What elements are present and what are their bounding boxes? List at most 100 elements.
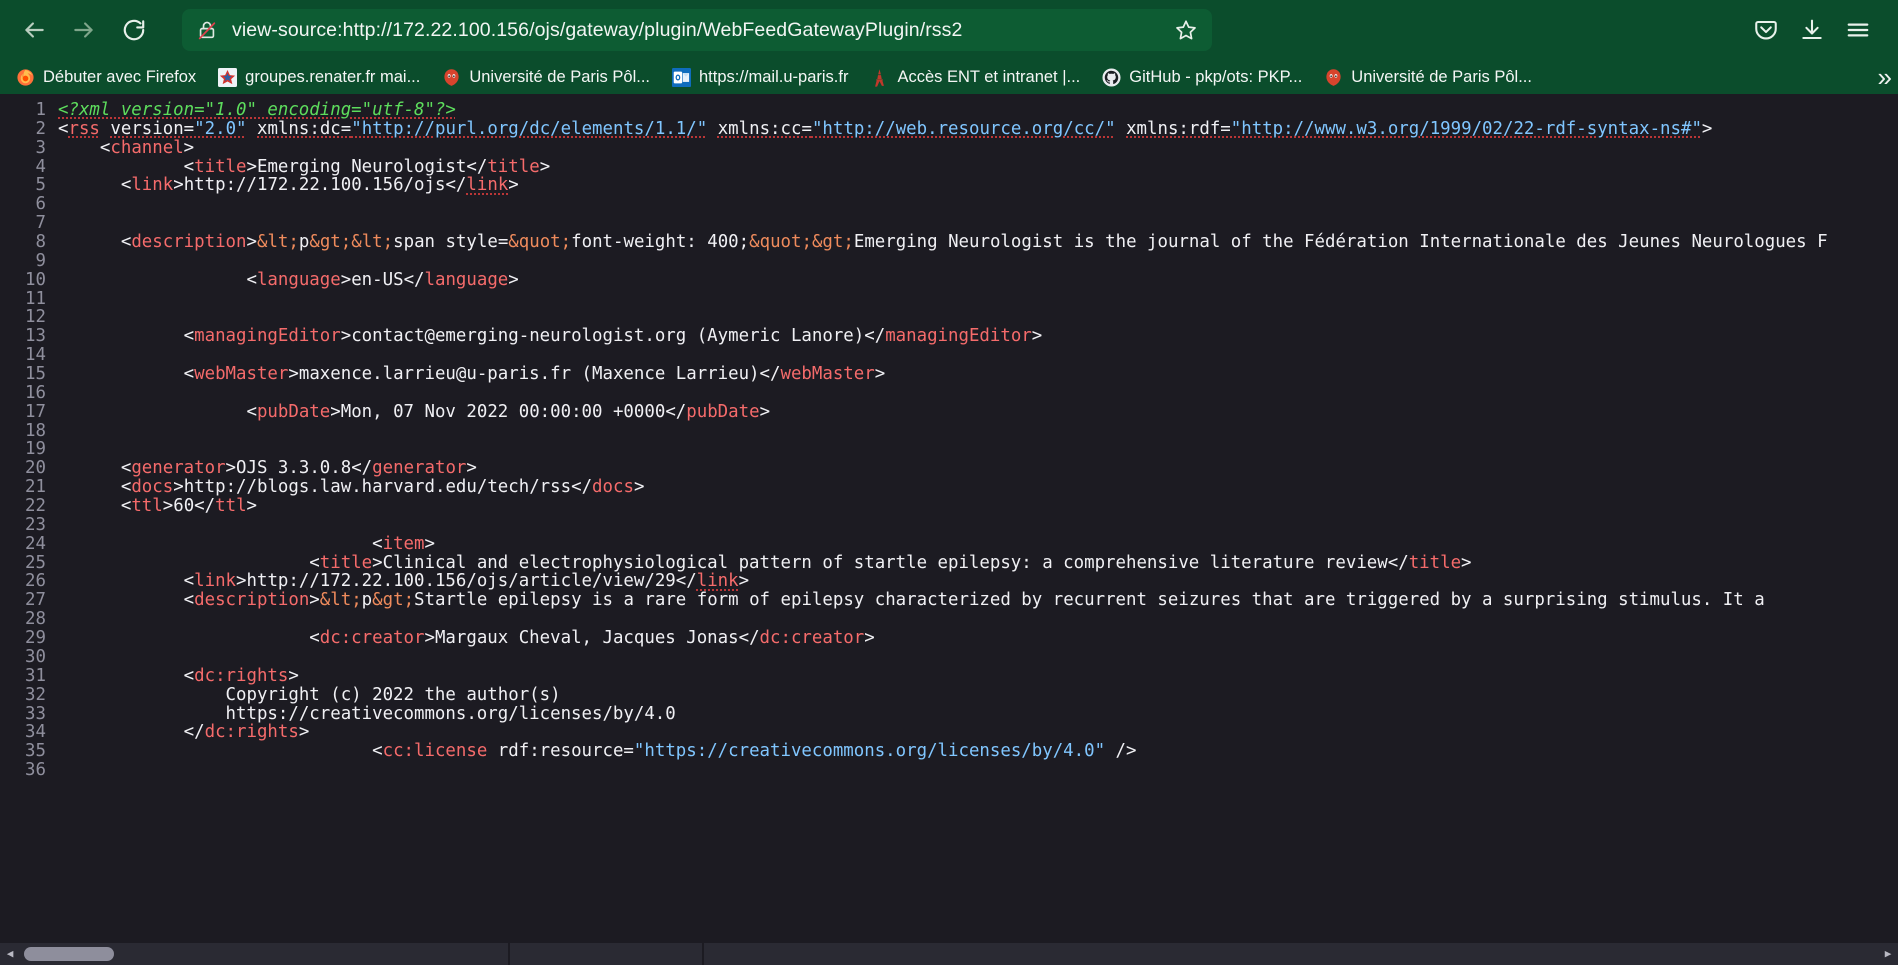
bookmark-label: https://mail.u-paris.fr [698, 67, 849, 86]
bookmark-item[interactable]: Université de Paris Pôl... [442, 68, 650, 87]
source-line: 29 <dc:creator>Margaux Cheval, Jacques J… [0, 629, 1898, 648]
line-content[interactable]: <title>Clinical and electrophysiological… [58, 553, 1898, 573]
source-line: 16 [0, 384, 1898, 403]
line-content[interactable]: <webMaster>maxence.larrieu@u-paris.fr (M… [58, 365, 1898, 384]
line-number: 36 [25, 760, 46, 781]
firefox-icon [16, 68, 35, 87]
source-line: 19 [0, 440, 1898, 459]
app-menu-button[interactable] [1838, 10, 1878, 50]
scrollbar-thumb[interactable] [24, 947, 114, 961]
line-number: 24 [25, 533, 46, 554]
forward-button[interactable] [64, 10, 104, 50]
toolbar-right-actions [1746, 10, 1884, 50]
download-button[interactable] [1792, 10, 1832, 50]
line-number: 7 [35, 213, 46, 234]
source-line: 25 <title>Clinical and electrophysiologi… [0, 552, 1898, 573]
line-number: 16 [25, 382, 46, 403]
source-line: 34 </dc:rights> [0, 723, 1898, 742]
line-number: 4 [35, 156, 46, 177]
source-line: 27 <description>&lt;p&gt;Startle epileps… [0, 591, 1898, 610]
source-line: 26 <link>http://172.22.100.156/ojs/artic… [0, 572, 1898, 591]
line-number: 33 [25, 703, 46, 724]
back-button[interactable] [14, 10, 54, 50]
line-number: 20 [25, 458, 46, 479]
line-content[interactable]: <description>&lt;p&gt;Startle epilepsy i… [58, 591, 1898, 610]
source-line: 1 <?xml version="1.0" encoding="utf-8"?> [0, 101, 1898, 120]
line-number: 2 [35, 118, 46, 139]
line-content[interactable]: <dc:creator>Margaux Cheval, Jacques Jona… [58, 629, 1898, 648]
bookmarks-toolbar: Débuter avec Firefox groupes.renater.fr … [0, 60, 1898, 94]
source-line: 18 [0, 420, 1898, 441]
line-number: 34 [25, 722, 46, 743]
line-content[interactable]: https://creativecommons.org/licenses/by/… [58, 704, 1898, 724]
navigation-toolbar: view-source:http://172.22.100.156/ojs/ga… [0, 0, 1898, 60]
scroll-left-arrow[interactable]: ◀ [0, 943, 20, 965]
horizontal-scrollbar[interactable]: ◀ ▶ [0, 943, 1898, 965]
line-number: 14 [25, 345, 46, 366]
bookmark-item[interactable]: GitHub - pkp/ots: PKP... [1102, 68, 1302, 87]
line-content[interactable]: <cc:license rdf:resource="https://creati… [58, 742, 1898, 761]
lock-with-slash-icon[interactable] [196, 19, 218, 41]
source-code-listing[interactable]: 1 <?xml version="1.0" encoding="utf-8"?> 2… [0, 94, 1898, 780]
bookmark-item[interactable]: Université de Paris Pôl... [1324, 68, 1532, 87]
source-line: 15 <webMaster>maxence.larrieu@u-paris.fr… [0, 365, 1898, 384]
line-content[interactable]: <ttl>60</ttl> [58, 497, 1898, 516]
star-icon[interactable] [1174, 18, 1198, 42]
source-line: 13 <managingEditor>contact@emerging-neur… [0, 327, 1898, 346]
url-text[interactable]: view-source:http://172.22.100.156/ojs/ga… [232, 19, 1164, 42]
source-line: 22 <ttl>60</ttl> [0, 497, 1898, 516]
line-number: 32 [25, 684, 46, 705]
reload-button[interactable] [114, 10, 154, 50]
line-content[interactable]: <channel> [58, 138, 1898, 158]
line-content[interactable]: <item> [58, 534, 1898, 554]
source-line: 10 <language>en-US</language> [0, 269, 1898, 290]
line-number: 18 [25, 420, 46, 441]
source-line: 24 <item> [0, 533, 1898, 554]
line-content[interactable]: Copyright (c) 2022 the author(s) [58, 685, 1898, 705]
line-number: 29 [25, 628, 46, 649]
line-number: 19 [25, 439, 46, 460]
line-content[interactable]: <?xml version="1.0" encoding="utf-8"?> [58, 101, 1898, 120]
line-content[interactable]: </dc:rights> [58, 723, 1898, 742]
line-number: 8 [35, 232, 46, 253]
line-content[interactable]: <link>http://172.22.100.156/ojs</link> [58, 176, 1898, 195]
source-line: 4 <title>Emerging Neurologist</title> [0, 156, 1898, 177]
scrollbar-track[interactable] [20, 943, 1878, 965]
line-content[interactable]: <description>&lt;p&gt;&lt;span style=&qu… [58, 233, 1898, 252]
source-line: 8 <description>&lt;p&gt;&lt;span style=&… [0, 233, 1898, 252]
line-content[interactable]: <title>Emerging Neurologist</title> [58, 157, 1898, 177]
line-number: 28 [25, 609, 46, 630]
bookmark-item[interactable]: Débuter avec Firefox [16, 68, 196, 87]
bookmark-item[interactable]: https://mail.u-paris.fr [671, 67, 849, 87]
line-number: 26 [25, 571, 46, 592]
line-number: 10 [25, 269, 46, 290]
line-content[interactable]: <dc:rights> [58, 666, 1898, 686]
line-number: 11 [25, 288, 46, 309]
line-content[interactable]: <rss version="2.0" xmlns:dc="http://purl… [58, 119, 1898, 139]
line-content[interactable]: <docs>http://blogs.law.harvard.edu/tech/… [58, 478, 1898, 497]
scroll-right-arrow[interactable]: ▶ [1878, 943, 1898, 965]
bookmarks-overflow-chevron[interactable]: » [1878, 62, 1892, 92]
bookmark-label: groupes.renater.fr mai... [245, 67, 421, 86]
line-content[interactable]: <managingEditor>contact@emerging-neurolo… [58, 327, 1898, 346]
bookmark-item[interactable]: groupes.renater.fr mai... [218, 67, 421, 87]
moodle-icon [442, 68, 461, 87]
source-line: 32 Copyright (c) 2022 the author(s) [0, 684, 1898, 705]
line-number: 22 [25, 496, 46, 517]
source-line: 12 [0, 308, 1898, 327]
bookmark-label: Débuter avec Firefox [43, 67, 197, 86]
line-number: 23 [25, 514, 46, 535]
line-number: 27 [25, 590, 46, 611]
line-content[interactable]: <pubDate>Mon, 07 Nov 2022 00:00:00 +0000… [58, 402, 1898, 422]
source-line: 21 <docs>http://blogs.law.harvard.edu/te… [0, 478, 1898, 497]
source-line: 9 [0, 252, 1898, 271]
pocket-button[interactable] [1746, 10, 1786, 50]
line-number: 25 [25, 552, 46, 573]
bookmark-item[interactable]: Accès ENT et intranet |... [870, 67, 1080, 87]
address-bar[interactable]: view-source:http://172.22.100.156/ojs/ga… [182, 9, 1212, 51]
line-content[interactable]: <link>http://172.22.100.156/ojs/article/… [58, 572, 1898, 591]
moodle-icon [1324, 68, 1343, 87]
line-number: 5 [35, 175, 46, 196]
line-content[interactable]: <generator>OJS 3.3.0.8</generator> [58, 459, 1898, 478]
line-content[interactable]: <language>en-US</language> [58, 270, 1898, 290]
